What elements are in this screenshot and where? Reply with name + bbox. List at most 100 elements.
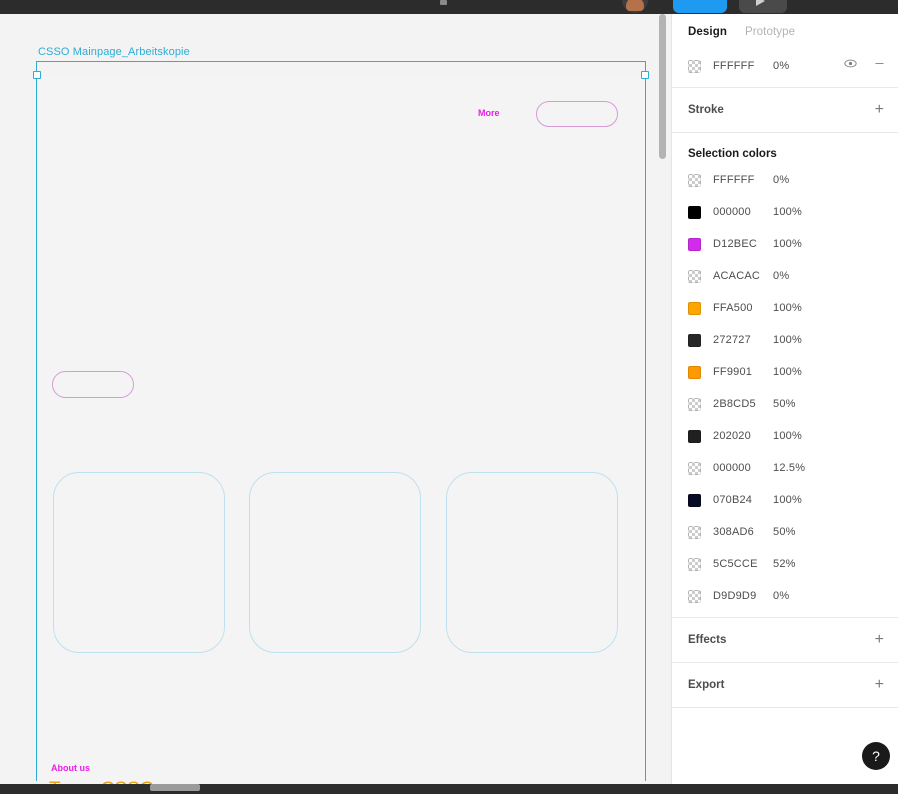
effects-title: Effects (688, 634, 727, 646)
present-button[interactable] (739, 0, 787, 13)
color-swatch[interactable] (688, 365, 701, 379)
color-hex[interactable]: 272727 (713, 334, 773, 346)
color-opacity[interactable]: 100% (773, 430, 802, 442)
stroke-title: Stroke (688, 104, 724, 116)
selection-color-row[interactable]: ACACAC 0% (672, 260, 898, 292)
avatar[interactable] (622, 0, 648, 13)
figma-window: CSSO Mainpage_Arbeitskopie More About us… (0, 0, 898, 794)
more-label[interactable]: More (478, 108, 500, 118)
add-export-button[interactable]: + (875, 677, 884, 693)
selection-color-row[interactable]: 202020 100% (672, 420, 898, 452)
color-hex[interactable]: D9D9D9 (713, 590, 773, 602)
color-swatch[interactable] (688, 237, 701, 251)
about-us-label[interactable]: About us (51, 763, 90, 773)
selection-color-row[interactable]: 272727 100% (672, 324, 898, 356)
color-opacity[interactable]: 100% (773, 302, 802, 314)
color-hex[interactable]: FFFFFF (713, 174, 773, 186)
divider-4 (672, 662, 898, 663)
selection-color-row[interactable]: 000000 100% (672, 196, 898, 228)
color-opacity[interactable]: 12.5% (773, 462, 805, 474)
color-opacity[interactable]: 0% (773, 590, 789, 602)
color-opacity[interactable]: 100% (773, 238, 802, 250)
color-opacity[interactable]: 100% (773, 206, 802, 218)
color-opacity[interactable]: 0% (773, 174, 789, 186)
color-hex[interactable]: 000000 (713, 462, 773, 474)
frame-label[interactable]: CSSO Mainpage_Arbeitskopie (38, 46, 190, 58)
frame-surface[interactable] (37, 75, 645, 781)
color-hex[interactable]: D12BEC (713, 238, 773, 250)
color-hex[interactable]: 308AD6 (713, 526, 773, 538)
card-placeholder-2[interactable] (249, 472, 421, 653)
design-canvas[interactable]: CSSO Mainpage_Arbeitskopie More About us… (0, 14, 670, 794)
selection-color-row[interactable]: 308AD6 50% (672, 516, 898, 548)
divider-1 (672, 87, 898, 88)
color-swatch[interactable] (688, 333, 701, 347)
selection-colors-list: FFFFFF 0% 000000 100% D12BEC 100% ACACAC 0% FFA5… (672, 164, 898, 612)
color-swatch[interactable] (688, 429, 701, 443)
color-swatch[interactable] (688, 205, 701, 219)
color-opacity[interactable]: 100% (773, 494, 802, 506)
share-button[interactable] (673, 0, 727, 13)
card-placeholder-1[interactable] (53, 472, 225, 653)
selection-color-row[interactable]: 5C5CCE 52% (672, 548, 898, 580)
right-design-panel: Design Prototype FFFFFF 0% Stroke + Sele… (671, 14, 898, 794)
selection-color-row[interactable]: D12BEC 100% (672, 228, 898, 260)
eye-icon[interactable] (844, 57, 857, 75)
color-opacity[interactable]: 50% (773, 526, 796, 538)
selection-color-row[interactable]: 070B24 100% (672, 484, 898, 516)
fill-row[interactable]: FFFFFF 0% (672, 50, 898, 82)
color-hex[interactable]: ACACAC (713, 270, 773, 282)
color-opacity[interactable]: 100% (773, 334, 802, 346)
selection-handle-top-left[interactable] (33, 71, 41, 79)
top-toolbar (0, 0, 898, 14)
color-swatch[interactable] (688, 461, 701, 475)
color-hex[interactable]: 202020 (713, 430, 773, 442)
add-stroke-button[interactable]: + (875, 102, 884, 118)
divider-2 (672, 132, 898, 133)
color-hex[interactable]: 5C5CCE (713, 558, 773, 570)
selection-color-row[interactable]: FF9901 100% (672, 356, 898, 388)
selection-color-row[interactable]: D9D9D9 0% (672, 580, 898, 612)
selection-handle-top-right[interactable] (641, 71, 649, 79)
selection-color-row[interactable]: 000000 12.5% (672, 452, 898, 484)
bottom-bar-chip (150, 784, 200, 791)
color-opacity[interactable]: 100% (773, 366, 802, 378)
fill-hex[interactable]: FFFFFF (713, 60, 773, 72)
color-swatch[interactable] (688, 269, 701, 283)
color-swatch[interactable] (688, 557, 701, 571)
minus-icon[interactable] (873, 57, 886, 75)
help-button[interactable]: ? (862, 742, 890, 770)
selection-color-row[interactable]: FFA500 100% (672, 292, 898, 324)
color-swatch[interactable] (688, 493, 701, 507)
color-opacity[interactable]: 52% (773, 558, 796, 570)
fill-swatch[interactable] (688, 59, 701, 73)
color-hex[interactable]: 000000 (713, 206, 773, 218)
effects-section: Effects + (672, 623, 898, 657)
divider-3 (672, 617, 898, 618)
color-hex[interactable]: FF9901 (713, 366, 773, 378)
color-swatch[interactable] (688, 589, 701, 603)
divider-5 (672, 707, 898, 708)
fill-opacity[interactable]: 0% (773, 60, 789, 72)
color-hex[interactable]: 2B8CD5 (713, 398, 773, 410)
color-hex[interactable]: 070B24 (713, 494, 773, 506)
tab-prototype[interactable]: Prototype (745, 26, 795, 38)
more-pill-button[interactable] (536, 101, 618, 127)
color-opacity[interactable]: 50% (773, 398, 796, 410)
stroke-section: Stroke + (672, 93, 898, 127)
color-hex[interactable]: FFA500 (713, 302, 773, 314)
tab-design[interactable]: Design (688, 26, 727, 38)
color-opacity[interactable]: 0% (773, 270, 789, 282)
export-title: Export (688, 679, 725, 691)
add-effect-button[interactable]: + (875, 632, 884, 648)
color-swatch[interactable] (688, 173, 701, 187)
color-swatch[interactable] (688, 525, 701, 539)
toolbar-menu-indicator (440, 0, 447, 5)
color-swatch[interactable] (688, 397, 701, 411)
color-swatch[interactable] (688, 301, 701, 315)
card-placeholder-3[interactable] (446, 472, 618, 653)
secondary-pill-button[interactable] (52, 371, 134, 398)
selection-color-row[interactable]: FFFFFF 0% (672, 164, 898, 196)
canvas-vertical-scrollbar[interactable] (659, 14, 666, 159)
selection-color-row[interactable]: 2B8CD5 50% (672, 388, 898, 420)
